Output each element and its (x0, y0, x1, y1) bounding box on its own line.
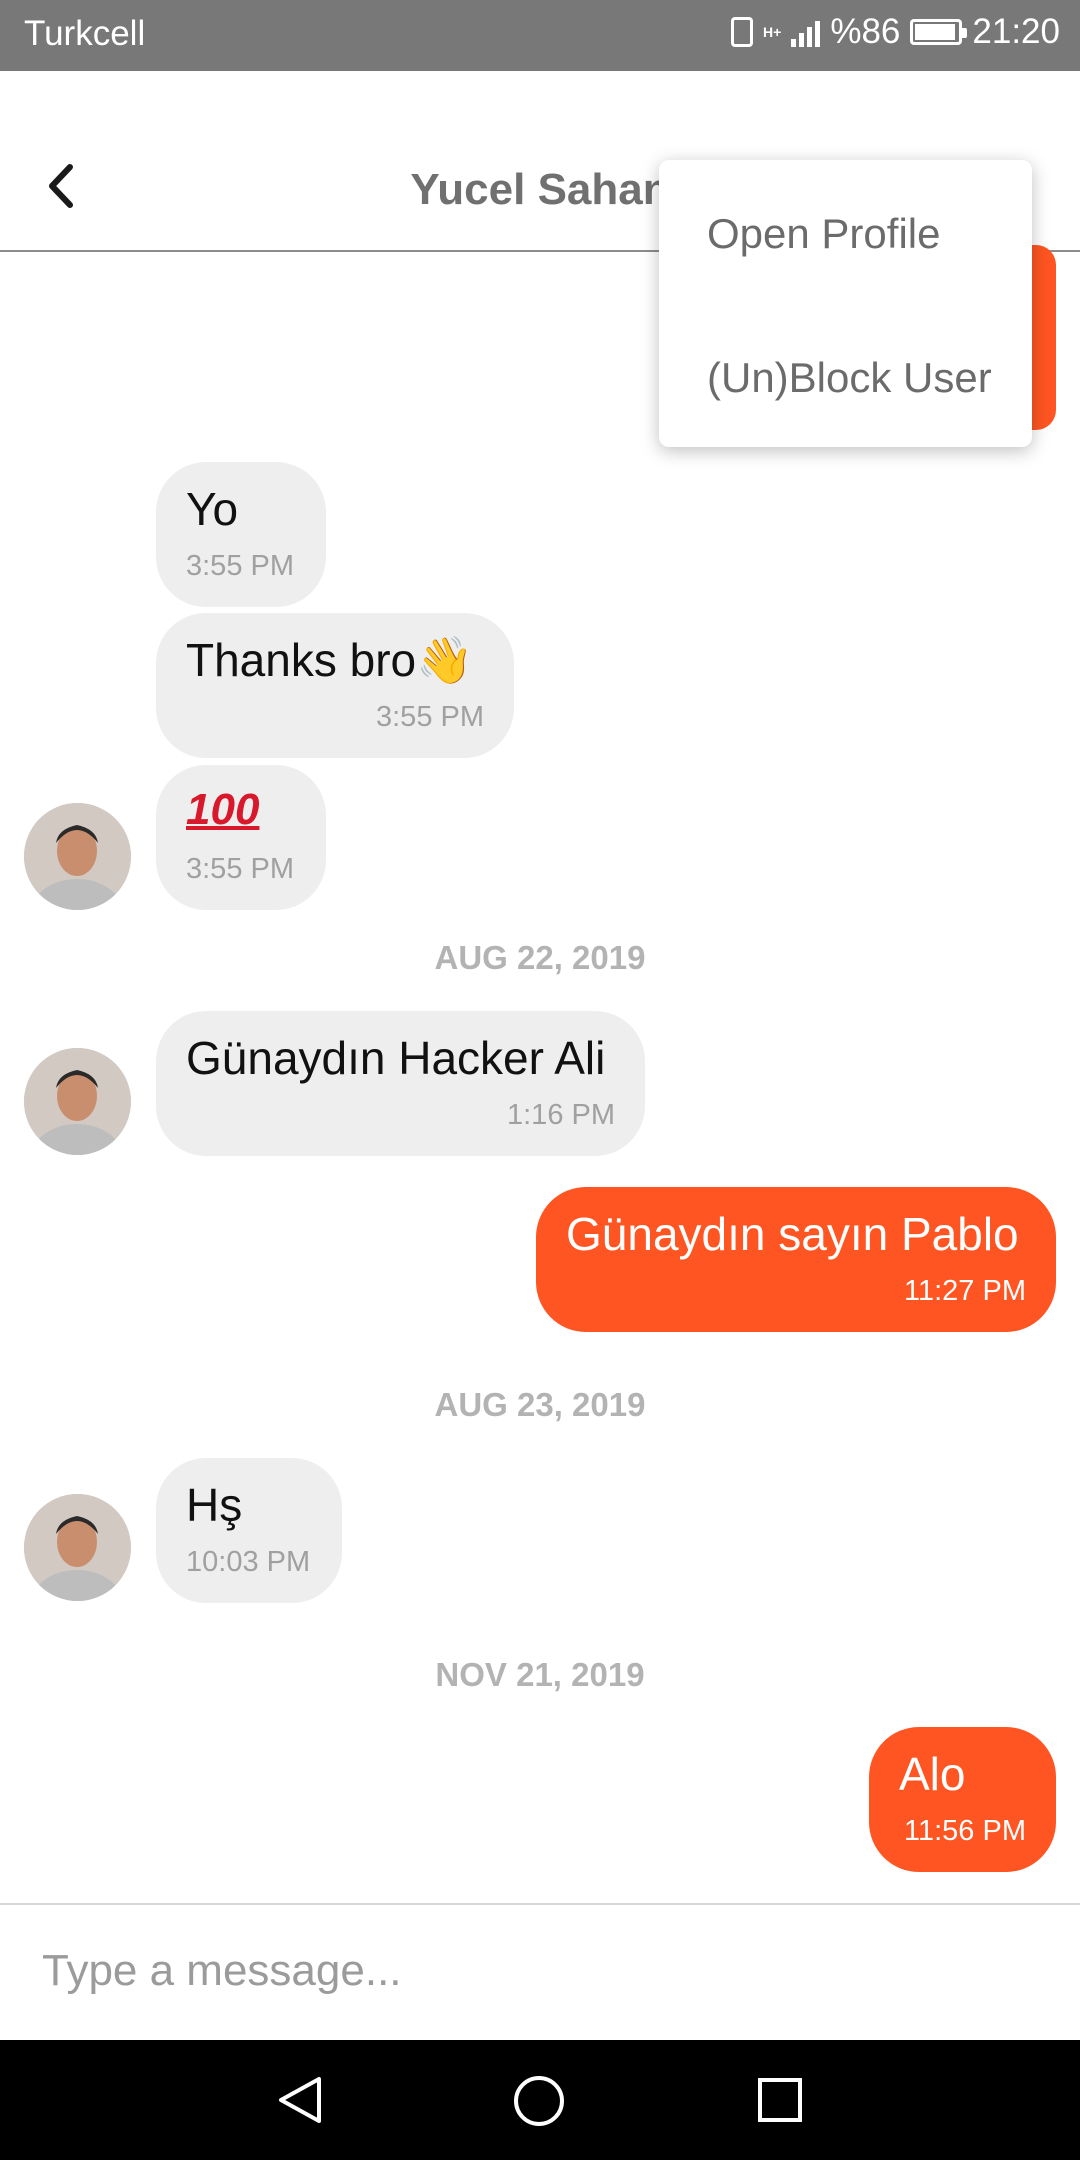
date-separator: AUG 23, 2019 (434, 1386, 646, 1423)
message-time: 11:56 PM (904, 1815, 1026, 1847)
message-bubble-incoming[interactable]: Thanks bro👋 3:55 PM (156, 613, 514, 758)
system-nav-bar (0, 2040, 1080, 2160)
message-text: Hş (186, 1479, 243, 1531)
nav-back-icon[interactable] (275, 2075, 325, 2125)
message-time: 3:55 PM (186, 550, 294, 582)
message-text: Günaydın sayın Pablo (566, 1208, 1019, 1260)
contact-photo-icon (24, 803, 131, 910)
message-time: 3:55 PM (186, 853, 294, 885)
message-bubble-outgoing[interactable]: Günaydın sayın Pablo 11:27 PM (536, 1187, 1056, 1332)
message-text: Alo (899, 1748, 966, 1800)
message-bubble-incoming[interactable]: Yo 3:55 PM (156, 462, 326, 607)
status-bar: Turkcell H+ %86 21:20 (0, 0, 1080, 71)
nav-home-icon[interactable] (513, 2075, 565, 2127)
status-icons: H+ %86 21:20 (731, 12, 1060, 52)
carrier-label: Turkcell (24, 14, 146, 53)
signal-icon (791, 17, 821, 47)
nav-recents-icon[interactable] (757, 2077, 803, 2123)
hundred-points-emoji-icon: 100 (186, 785, 260, 834)
message-composer (0, 1903, 1080, 2042)
message-bubble-outgoing[interactable]: Alo 11:56 PM (869, 1727, 1056, 1872)
battery-percent: %86 (830, 12, 901, 51)
message-time: 11:27 PM (904, 1275, 1026, 1307)
battery-icon (910, 19, 968, 45)
menu-item-open-profile[interactable]: Open Profile (707, 210, 940, 258)
date-separator: NOV 21, 2019 (435, 1656, 645, 1693)
message-input[interactable] (40, 1935, 1044, 2007)
battery-level (915, 24, 955, 40)
menu-item-block-user[interactable]: (Un)Block User (707, 354, 992, 402)
vibrate-icon (731, 17, 754, 47)
waving-hand-emoji-icon: 👋 (416, 634, 474, 686)
contact-photo-icon (24, 1048, 131, 1155)
message-bubble-incoming[interactable]: Günaydın Hacker Ali 1:16 PM (156, 1011, 645, 1156)
contact-photo-icon (24, 1494, 131, 1601)
network-type-icon: H+ (763, 24, 782, 40)
overflow-menu: Open Profile (Un)Block User (659, 160, 1032, 447)
message-bubble-incoming[interactable]: Hş 10:03 PM (156, 1458, 342, 1603)
avatar[interactable] (24, 1494, 131, 1601)
message-text: Günaydın Hacker Ali (186, 1032, 606, 1084)
message-time: 10:03 PM (186, 1546, 311, 1578)
message-time: 3:55 PM (376, 701, 484, 733)
avatar[interactable] (24, 1048, 131, 1155)
message-bubble-incoming[interactable]: 100 3:55 PM (156, 765, 326, 910)
message-text: Yo (186, 483, 239, 535)
clock: 21:20 (972, 12, 1060, 51)
date-separator: AUG 22, 2019 (434, 939, 646, 976)
message-time: 1:16 PM (507, 1099, 615, 1131)
avatar[interactable] (24, 803, 131, 910)
message-text: Thanks bro👋 (186, 634, 474, 686)
